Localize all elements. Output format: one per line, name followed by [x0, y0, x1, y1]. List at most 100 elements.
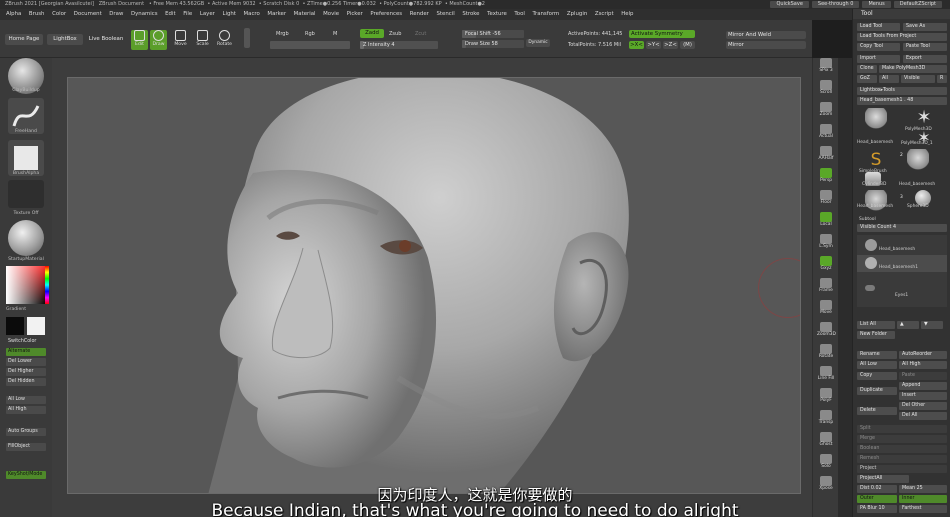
- merge-section[interactable]: Merge: [857, 435, 947, 443]
- see-through-slider[interactable]: See-through 0: [811, 1, 860, 8]
- menu-macro[interactable]: Macro: [244, 9, 260, 20]
- zoom3d-button[interactable]: Zoom3D: [817, 322, 836, 340]
- viewport[interactable]: [67, 77, 801, 494]
- paste-tool-button[interactable]: Paste Tool: [903, 43, 947, 51]
- switch-color-button[interactable]: SwitchColor: [6, 338, 46, 346]
- color-picker[interactable]: [6, 266, 46, 304]
- symmetry-z-button[interactable]: >Z<: [663, 41, 678, 49]
- project-section[interactable]: Project: [857, 465, 947, 473]
- goz-r-button[interactable]: R: [937, 75, 947, 83]
- visible-count-slider[interactable]: Visible Count 4: [857, 224, 947, 232]
- activate-symmetry-button[interactable]: Activate Symmetry: [629, 30, 695, 38]
- menu-light[interactable]: Light: [222, 9, 235, 20]
- move-mode-button[interactable]: Move: [172, 30, 189, 50]
- rotate-view-button[interactable]: Rotate: [817, 344, 835, 362]
- hue-strip[interactable]: [45, 266, 49, 304]
- menu-edit[interactable]: Edit: [165, 9, 175, 20]
- lsym-button[interactable]: L.Sym: [817, 234, 835, 252]
- move-down-button[interactable]: ▼: [921, 321, 943, 329]
- subtool-item[interactable]: Head_basemesh: [857, 237, 947, 254]
- menu-brush[interactable]: Brush: [29, 9, 45, 20]
- all-high-button[interactable]: All High: [6, 406, 46, 414]
- zoom-button[interactable]: Zoom: [817, 102, 835, 120]
- goz-all-button[interactable]: All: [879, 75, 899, 83]
- menu-stroke[interactable]: Stroke: [462, 9, 479, 20]
- insert-button[interactable]: Insert: [899, 392, 947, 400]
- mirror-and-weld-button[interactable]: Mirror And Weld: [726, 31, 806, 39]
- alternate-button[interactable]: Alternate: [6, 348, 46, 356]
- subtool-item[interactable]: Eyes1: [857, 283, 947, 300]
- menu-transform[interactable]: Transform: [533, 9, 560, 20]
- export-button[interactable]: Export: [903, 55, 947, 63]
- menu-dynamics[interactable]: Dynamics: [131, 9, 158, 20]
- solo-button[interactable]: Solo: [817, 454, 835, 472]
- ghost-button[interactable]: Ghost: [817, 432, 835, 450]
- spix-button[interactable]: SPix 3: [817, 58, 835, 76]
- menu-movie[interactable]: Movie: [323, 9, 339, 20]
- scale-mode-button[interactable]: Scale: [194, 30, 211, 50]
- append-button[interactable]: Append: [899, 382, 947, 390]
- menu-zplugin[interactable]: Zplugin: [567, 9, 587, 20]
- project-all-button[interactable]: ProjectAll: [857, 475, 909, 483]
- remesh-section[interactable]: Remesh: [857, 455, 947, 463]
- menu-zscript[interactable]: Zscript: [595, 9, 614, 20]
- keyshot-mode-button[interactable]: KeyShot/Mode: [6, 471, 46, 479]
- quicksave-button[interactable]: QuickSave: [770, 1, 809, 8]
- tool-thumb-head-basemesh[interactable]: [865, 108, 887, 130]
- subtool-header[interactable]: Subtool: [859, 217, 876, 222]
- focal-shift-slider[interactable]: Focal Shift -56: [462, 30, 524, 38]
- subtool-item-selected[interactable]: Head_basemesh1: [857, 255, 947, 272]
- local-button[interactable]: Local: [817, 212, 835, 230]
- scroll-button[interactable]: Scroll: [817, 80, 835, 98]
- del-higher-button[interactable]: Del Higher: [6, 368, 46, 376]
- menu-marker[interactable]: Marker: [267, 9, 286, 20]
- actual-button[interactable]: Actual: [817, 124, 835, 142]
- menu-help[interactable]: Help: [621, 9, 633, 20]
- symmetry-x-button[interactable]: >X<: [629, 41, 644, 49]
- load-tools-from-project-button[interactable]: Load Tools From Project: [857, 33, 947, 41]
- rgb-button[interactable]: Rgb: [305, 31, 315, 37]
- menu-preferences[interactable]: Preferences: [370, 9, 402, 20]
- polyf-button[interactable]: PolyF: [817, 388, 835, 406]
- menu-picker[interactable]: Picker: [347, 9, 363, 20]
- del-other-button[interactable]: Del Other: [899, 402, 947, 410]
- rename-button[interactable]: Rename: [857, 351, 897, 359]
- menu-stencil[interactable]: Stencil: [436, 9, 454, 20]
- z-intensity-slider[interactable]: Z Intensity 4: [360, 41, 438, 49]
- menu-render[interactable]: Render: [410, 9, 429, 20]
- head-sculpt[interactable]: [68, 78, 801, 494]
- all-low-button[interactable]: All Low: [6, 396, 46, 404]
- split-section[interactable]: Split: [857, 425, 947, 433]
- material-thumbnail[interactable]: [8, 220, 44, 256]
- zsub-button[interactable]: Zsub: [389, 31, 401, 37]
- menu-document[interactable]: Document: [74, 9, 102, 20]
- import-button[interactable]: Import: [857, 55, 900, 63]
- menu-material[interactable]: Material: [294, 9, 316, 20]
- make-polymesh3d-button[interactable]: Make PolyMesh3D: [879, 65, 947, 73]
- fill-object-button[interactable]: FillObject: [6, 443, 46, 451]
- menu-color[interactable]: Color: [52, 9, 66, 20]
- zcut-button[interactable]: Zcut: [415, 31, 426, 37]
- goz-button[interactable]: GoZ: [857, 75, 877, 83]
- persp-button[interactable]: Persp: [817, 168, 835, 186]
- draw-mode-button[interactable]: Draw: [150, 30, 167, 50]
- paste-button[interactable]: Paste: [899, 372, 947, 380]
- frame-button[interactable]: Frame: [817, 278, 835, 296]
- gxyz-button[interactable]: Gxyz: [817, 256, 835, 274]
- rgb-intensity-slider[interactable]: [270, 41, 350, 49]
- dynamic-button[interactable]: Dynamic: [526, 39, 550, 47]
- del-hidden-button[interactable]: Del Hidden: [6, 378, 46, 386]
- move-view-button[interactable]: Move: [817, 300, 835, 318]
- polymesh3d-star-icon[interactable]: ✶: [913, 107, 935, 129]
- menu-draw[interactable]: Draw: [109, 9, 123, 20]
- transp-button[interactable]: Transp: [817, 410, 835, 428]
- all-high-tool-button[interactable]: All High: [899, 361, 947, 369]
- list-all-button[interactable]: List All: [857, 321, 895, 329]
- load-tool-button[interactable]: Load Tool: [857, 23, 900, 31]
- copy-tool-button[interactable]: Copy Tool: [857, 43, 900, 51]
- secondary-color-swatch[interactable]: [27, 317, 45, 335]
- mrgb-button[interactable]: Mrgb: [276, 31, 289, 37]
- edit-mode-button[interactable]: Edit: [131, 30, 148, 50]
- menus-button[interactable]: Menus: [862, 1, 891, 8]
- floor-button[interactable]: Floor: [817, 190, 835, 208]
